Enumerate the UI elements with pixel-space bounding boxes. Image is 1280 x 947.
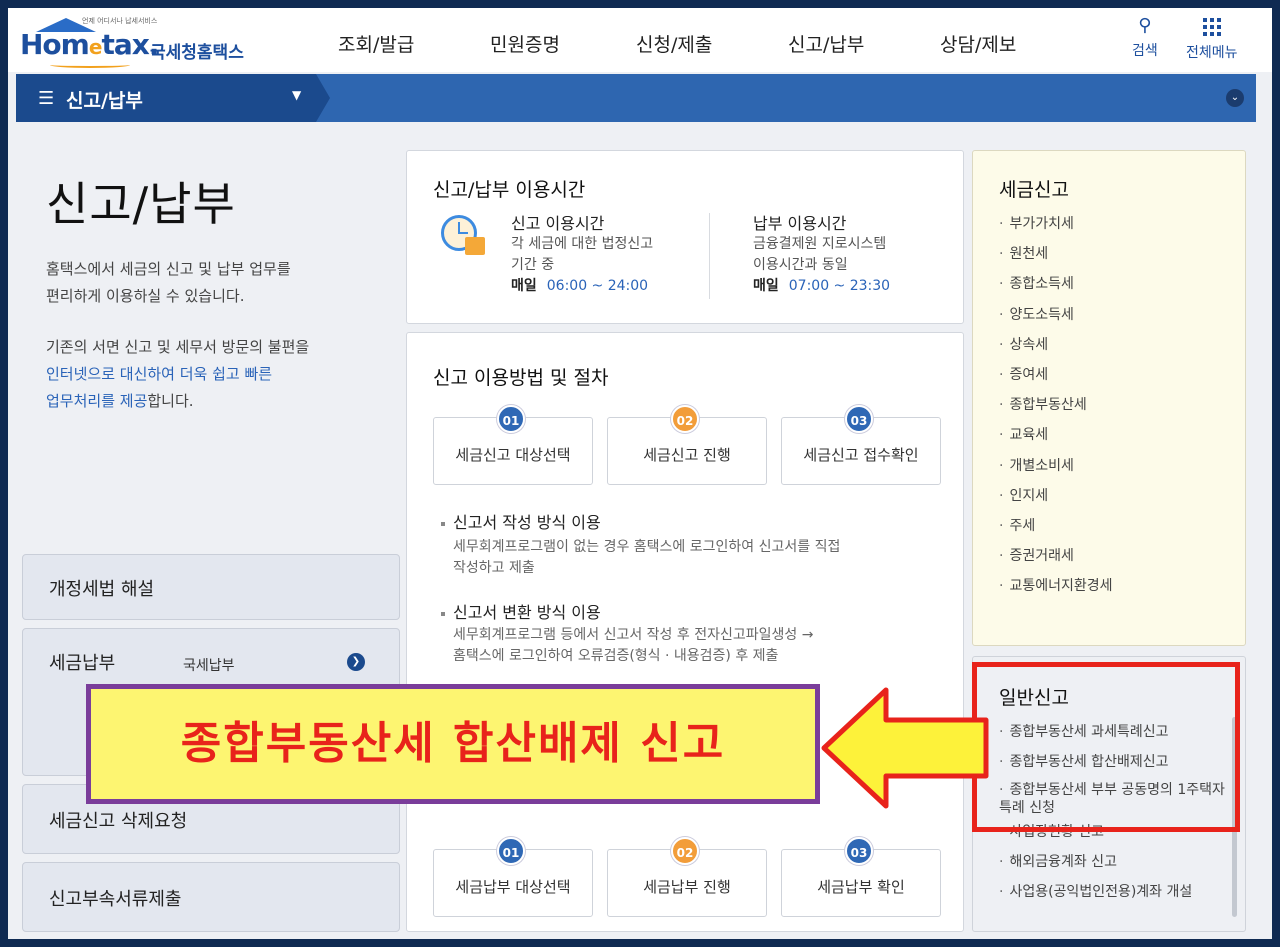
general-filing-item[interactable]: 해외금융계좌 신고: [999, 847, 1235, 877]
search-label: 검색: [1132, 43, 1158, 59]
tax-filing-item[interactable]: 종합소득세: [999, 269, 1113, 299]
search-icon: ⚲: [1138, 15, 1152, 36]
revision-label: 개정세법 해설: [49, 579, 155, 600]
option-write-desc: 세무회계프로그램이 없는 경우 홈택스에 로그인하여 신고서를 직접 작성하고 …: [453, 539, 841, 576]
logo-wordmark: Hometax.: [20, 28, 159, 61]
tax-filing-item[interactable]: 부가가치세: [999, 209, 1113, 239]
pay-step-badge-3: 03: [845, 837, 873, 865]
gnb-item-application[interactable]: 신청/제출: [636, 30, 712, 57]
callout-text: 종합부동산세 합산배제 신고: [91, 689, 815, 799]
hours-title: 신고/납부 이용시간: [433, 179, 586, 201]
tax-filing-item[interactable]: 교통에너지환경세: [999, 571, 1112, 601]
tax-filing-item[interactable]: 교육세: [999, 420, 1113, 450]
attach-docs-menu-box[interactable]: 신고부속서류제출: [22, 862, 400, 932]
gnb-item-consult[interactable]: 상담/제보: [940, 30, 1016, 57]
hometax-logo[interactable]: 언제 어디서나 납세서비스 Hometax. 국세청홈택스: [20, 14, 260, 68]
tax-filing-panel: 세금신고 부가가치세 원천세 종합소득세 양도소득세 상속세 증여세 종합부동산…: [972, 150, 1246, 646]
page-title: 신고/납부: [46, 177, 236, 231]
national-tax-payment-link[interactable]: 국세납부: [183, 655, 235, 675]
gnb-item-certificate[interactable]: 민원증명: [490, 30, 560, 57]
caret-down-icon: ▼: [292, 88, 302, 102]
section-dropdown[interactable]: [16, 74, 316, 122]
step-badge-3: 03: [845, 405, 873, 433]
hours-card: 신고/납부 이용시간 신고 이용시간 각 세금에 대한 법정신고 기간 중 매일…: [406, 150, 964, 324]
navbar-arrow-shape: [316, 74, 330, 122]
hamburger-icon: ☰: [38, 88, 55, 109]
all-menu-label: 전체메뉴: [1186, 45, 1238, 61]
callout-arrow-icon: [821, 687, 989, 809]
payment-label: 세금납부: [49, 653, 116, 674]
tax-filing-title: 세금신고: [999, 179, 1069, 201]
intro-paragraph-1: 홈택스에서 세금의 신고 및 납부 업무를 편리하게 이용하실 수 있습니다.: [46, 260, 291, 305]
payment-hours: 납부 이용시간 금융결제원 지로시스템 이용시간과 동일 매일 07:00 ~ 2…: [753, 214, 891, 294]
chevron-right-icon[interactable]: ❯: [347, 653, 365, 671]
filing-hours: 신고 이용시간 각 세금에 대한 법정신고 기간 중 매일 06:00 ~ 24:…: [511, 214, 654, 294]
section-title: 신고/납부: [66, 90, 143, 112]
clock-calendar-icon: [441, 215, 485, 259]
logo-tagline: 언제 어디서나 납세서비스: [82, 17, 158, 25]
callout-banner: 종합부동산세 합산배제 신고: [86, 684, 820, 804]
grid-menu-icon: [1202, 18, 1221, 36]
option-convert-title: 신고서 변환 방식 이용: [441, 599, 601, 623]
tax-filing-list: 부가가치세 원천세 종합소득세 양도소득세 상속세 증여세 종합부동산세 교육세…: [999, 209, 1113, 601]
browser-frame: 언제 어디서나 납세서비스 Hometax. 국세청홈택스 조회/발급 민원증명…: [8, 8, 1272, 939]
tax-filing-item[interactable]: 개별소비세: [999, 451, 1113, 481]
pay-step-badge-1: 01: [497, 837, 525, 865]
highlight-box: [972, 662, 1240, 832]
top-header: 언제 어디서나 납세서비스 Hometax. 국세청홈택스 조회/발급 민원증명…: [8, 8, 1272, 72]
tax-filing-item[interactable]: 증여세: [999, 360, 1113, 390]
tax-filing-item[interactable]: 원천세: [999, 239, 1113, 269]
option-write-title: 신고서 작성 방식 이용: [441, 509, 601, 533]
tax-filing-item[interactable]: 인지세: [999, 481, 1113, 511]
procedure-title: 신고 이용방법 및 절차: [433, 367, 609, 389]
delete-request-label: 세금신고 삭제요청: [49, 811, 188, 832]
attach-docs-label: 신고부속서류제출: [49, 889, 182, 910]
all-menu-button[interactable]: 전체메뉴: [1186, 16, 1238, 62]
intro-paragraph-2: 기존의 서면 신고 및 세무서 방문의 불편을 인터넷으로 대신하여 더욱 쉽고…: [46, 338, 310, 410]
tax-filing-item[interactable]: 종합부동산세: [999, 390, 1113, 420]
tax-filing-item[interactable]: 양도소득세: [999, 300, 1113, 330]
tax-filing-item[interactable]: 상속세: [999, 330, 1113, 360]
expand-circle-icon[interactable]: ⌄: [1226, 89, 1244, 107]
general-filing-item[interactable]: 사업용(공익법인전용)계좌 개설: [999, 877, 1235, 907]
option-convert-desc: 세무회계프로그램 등에서 신고서 작성 후 전자신고파일생성 → 홈택스에 로그…: [453, 627, 814, 664]
search-button[interactable]: ⚲ 검색: [1132, 16, 1158, 60]
tax-filing-item[interactable]: 주세: [999, 511, 1113, 541]
section-navbar: ☰ 신고/납부 ▼ ⌄: [16, 74, 1256, 122]
pay-step-badge-2: 02: [671, 837, 699, 865]
step-badge-1: 01: [497, 405, 525, 433]
hours-divider: [709, 213, 710, 299]
logo-swoosh-icon: [50, 62, 130, 68]
logo-subtitle: 국세청홈택스: [150, 43, 244, 63]
gnb-item-filing[interactable]: 신고/납부: [788, 30, 864, 57]
gnb-item-inquiry[interactable]: 조회/발급: [338, 30, 414, 57]
revision-menu-box[interactable]: 개정세법 해설: [22, 554, 400, 620]
procedure-card: 신고 이용방법 및 절차 세금신고 대상선택 01 세금신고 진행 02 세금신…: [406, 332, 964, 932]
tax-filing-item[interactable]: 증권거래세: [999, 541, 1113, 571]
step-badge-2: 02: [671, 405, 699, 433]
